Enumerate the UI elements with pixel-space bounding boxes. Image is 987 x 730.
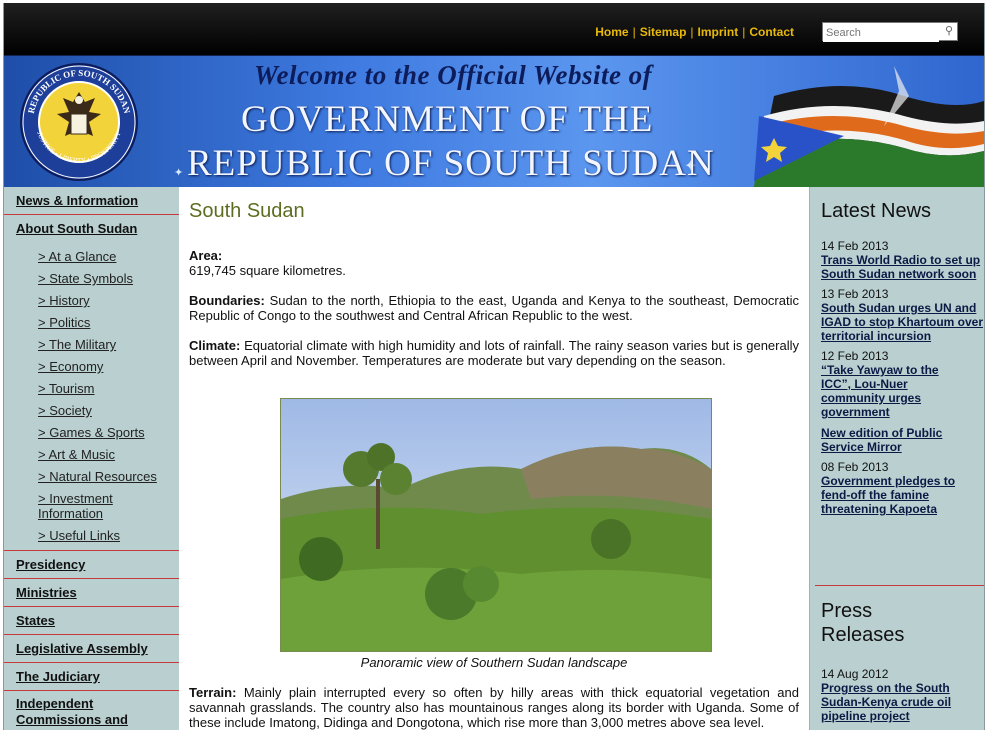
nav-sub-investment-information[interactable]: > Investment Information xyxy=(4,487,148,524)
news-date: 13 Feb 2013 xyxy=(821,287,889,301)
photo-caption: Panoramic view of Southern Sudan landsca… xyxy=(360,655,628,670)
boundaries-label: Boundaries: xyxy=(189,293,265,308)
sparkle-icon: ✦ xyxy=(174,167,184,179)
welcome-text: Welcome to the Official Website of xyxy=(254,60,653,90)
press-releases-list: 14 Aug 2012 Progress on the South Sudan-… xyxy=(810,661,971,723)
latest-news-heading: Latest News xyxy=(821,200,932,222)
boundaries-text: Sudan to the north, Ethiopia to the east… xyxy=(189,293,799,323)
nav-about-south-sudan[interactable]: About South Sudan xyxy=(4,215,179,243)
national-emblem[interactable]: REPUBLIC OF SOUTH SUDAN JUSTICE • LIBERT… xyxy=(16,62,142,182)
nav-presidency[interactable]: Presidency xyxy=(4,551,179,579)
main-content: South Sudan Area: 619,745 square kilomet… xyxy=(189,187,799,730)
nav-sub-useful-links[interactable]: > Useful Links xyxy=(4,524,179,546)
nav-sub-the-military[interactable]: > The Military xyxy=(4,333,179,355)
nav-sub-state-symbols[interactable]: > State Symbols xyxy=(4,267,179,289)
search-box: ⚲ xyxy=(822,22,958,42)
climate-paragraph: Climate: Equatorial climate with high hu… xyxy=(189,338,799,368)
nav-sub-society[interactable]: > Society xyxy=(4,399,179,421)
nav-sub-economy[interactable]: > Economy xyxy=(4,355,179,377)
terrain-text: Mainly plain interrupted every so often … xyxy=(189,685,799,730)
area-paragraph: Area: 619,745 square kilometres. xyxy=(189,248,799,278)
nav-sub-politics[interactable]: > Politics xyxy=(4,311,179,333)
press-date: 14 Aug 2012 xyxy=(821,667,889,681)
contact-link[interactable]: Contact xyxy=(749,25,794,39)
news-link[interactable]: Government pledges to fend-off the famin… xyxy=(821,474,984,516)
press-link[interactable]: Progress on the South Sudan-Kenya crude … xyxy=(821,681,971,723)
home-link[interactable]: Home xyxy=(595,25,628,39)
left-navigation: News & Information About South Sudan > A… xyxy=(4,187,179,730)
flag-image xyxy=(754,66,984,187)
landscape-photo xyxy=(280,398,712,652)
nav-states[interactable]: States xyxy=(4,607,179,635)
boundaries-paragraph: Boundaries: Sudan to the north, Ethiopia… xyxy=(189,293,799,323)
banner-title-line-2: REPUBLIC OF SOUTH SUDAN xyxy=(187,143,715,184)
nav-sub-tourism[interactable]: > Tourism xyxy=(4,377,179,399)
press-releases-heading: Press Releases xyxy=(821,600,905,646)
nav-sub-at-a-glance[interactable]: > At a Glance xyxy=(4,245,179,267)
terrain-paragraph: Terrain: Mainly plain interrupted every … xyxy=(189,685,799,730)
area-label: Area: xyxy=(189,248,223,263)
top-links: Home | Sitemap | Imprint | Contact xyxy=(595,25,794,39)
nav-independent-commissions[interactable]: Independent Commissions and xyxy=(4,691,134,730)
news-link[interactable]: Trans World Radio to set up South Sudan … xyxy=(821,253,984,281)
area-value: 619,745 square kilometres. xyxy=(189,263,346,278)
nav-the-judiciary[interactable]: The Judiciary xyxy=(4,663,179,691)
right-sidebar: Latest News 14 Feb 2013 Trans World Radi… xyxy=(809,187,984,730)
news-date: 14 Feb 2013 xyxy=(821,239,889,253)
nav-news-information[interactable]: News & Information xyxy=(4,187,179,215)
nav-sub-games-sports[interactable]: > Games & Sports xyxy=(4,421,179,443)
nav-sub-history[interactable]: > History xyxy=(4,289,179,311)
site-banner: ✦ ✦ ✦ REPUBLIC OF SOUTH SUDAN JUSTICE • … xyxy=(4,55,984,187)
terrain-label: Terrain: xyxy=(189,685,237,700)
banner-title-line-1: GOVERNMENT OF THE xyxy=(241,99,654,140)
sitemap-link[interactable]: Sitemap xyxy=(640,25,687,39)
news-date: 08 Feb 2013 xyxy=(821,460,889,474)
search-icon[interactable]: ⚲ xyxy=(945,24,953,37)
latest-news-list: 14 Feb 2013 Trans World Radio to set up … xyxy=(810,239,984,516)
nav-ministries[interactable]: Ministries xyxy=(4,579,179,607)
climate-label: Climate: xyxy=(189,338,241,353)
news-link[interactable]: New edition of Public Service Mirror xyxy=(821,426,984,454)
climate-text: Equatorial climate with high humidity an… xyxy=(189,338,799,368)
news-date: 12 Feb 2013 xyxy=(821,349,889,363)
sidebar-divider xyxy=(815,585,984,586)
news-link[interactable]: South Sudan urges UN and IGAD to stop Kh… xyxy=(821,301,984,343)
about-submenu: > At a Glance > State Symbols > History … xyxy=(4,243,179,551)
nav-legislative-assembly[interactable]: Legislative Assembly xyxy=(4,635,179,663)
nav-sub-natural-resources[interactable]: > Natural Resources xyxy=(4,465,179,487)
imprint-link[interactable]: Imprint xyxy=(698,25,739,39)
nav-sub-art-music[interactable]: > Art & Music xyxy=(4,443,179,465)
search-input[interactable] xyxy=(823,24,939,42)
news-link[interactable]: “Take Yawyaw to the ICC”, Lou-Nuer commu… xyxy=(821,363,951,419)
top-bar: Home|Sitemap|Imprint|Contact ⚲ xyxy=(4,3,984,55)
page-title: South Sudan xyxy=(189,200,305,222)
